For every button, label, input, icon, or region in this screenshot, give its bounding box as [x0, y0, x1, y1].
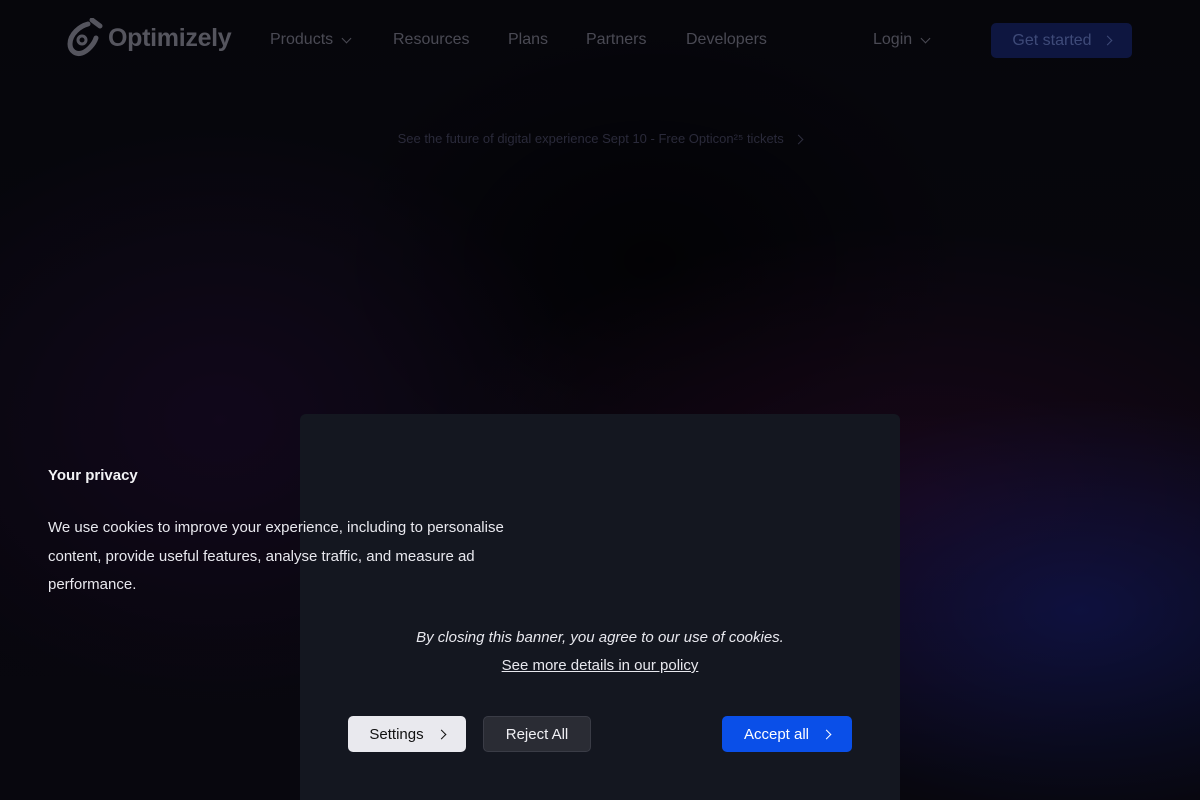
- page: Optimizely Products Resources Plans Part…: [0, 0, 1200, 800]
- login-label: Login: [873, 31, 913, 48]
- reject-all-button[interactable]: Reject All: [483, 716, 591, 752]
- announcement-link[interactable]: See the future of digital experience Sep…: [0, 131, 1200, 146]
- nav-products[interactable]: Products: [270, 31, 352, 49]
- nav-resources[interactable]: Resources: [393, 31, 469, 49]
- nav-partners[interactable]: Partners: [586, 31, 646, 49]
- nav-partners-label: Partners: [586, 31, 647, 48]
- accept-all-button[interactable]: Accept all: [722, 716, 852, 752]
- get-started-button[interactable]: Get started: [991, 23, 1132, 58]
- nav-resources-label: Resources: [393, 31, 470, 48]
- chevron-right-icon: [1102, 35, 1113, 46]
- logo-text: Optimizely: [108, 23, 232, 52]
- chevron-down-icon: [920, 33, 931, 43]
- logo[interactable]: Optimizely: [66, 18, 232, 58]
- chevron-right-icon: [793, 134, 804, 145]
- announcement-text: See the future of digital experience Sep…: [397, 131, 784, 146]
- settings-label: Settings: [369, 725, 424, 743]
- policy-link-row: See more details in our policy: [0, 652, 1200, 679]
- settings-button[interactable]: Settings: [348, 716, 466, 752]
- chevron-right-icon: [821, 729, 832, 739]
- nav-plans[interactable]: Plans: [508, 31, 548, 49]
- policy-link[interactable]: See more details in our policy: [502, 657, 699, 674]
- chevron-down-icon: [341, 33, 352, 43]
- reject-all-label: Reject All: [505, 725, 569, 743]
- cookie-modal-note: By closing this banner, you agree to our…: [416, 629, 784, 646]
- login-menu[interactable]: Login: [873, 31, 931, 49]
- cookie-modal-body: We use cookies to improve your experienc…: [48, 519, 504, 593]
- nav-plans-label: Plans: [508, 31, 549, 48]
- nav-products-label: Products: [270, 31, 334, 48]
- accept-all-label: Accept all: [743, 725, 810, 743]
- site-header: Optimizely Products Resources Plans Part…: [0, 0, 1200, 82]
- get-started-label: Get started: [1012, 31, 1092, 49]
- cookie-modal-title: Your privacy: [48, 467, 138, 484]
- nav-developers[interactable]: Developers: [686, 31, 767, 49]
- nav-developers-label: Developers: [686, 31, 767, 48]
- chevron-right-icon: [436, 729, 447, 739]
- optimizely-logo-icon: [67, 18, 103, 56]
